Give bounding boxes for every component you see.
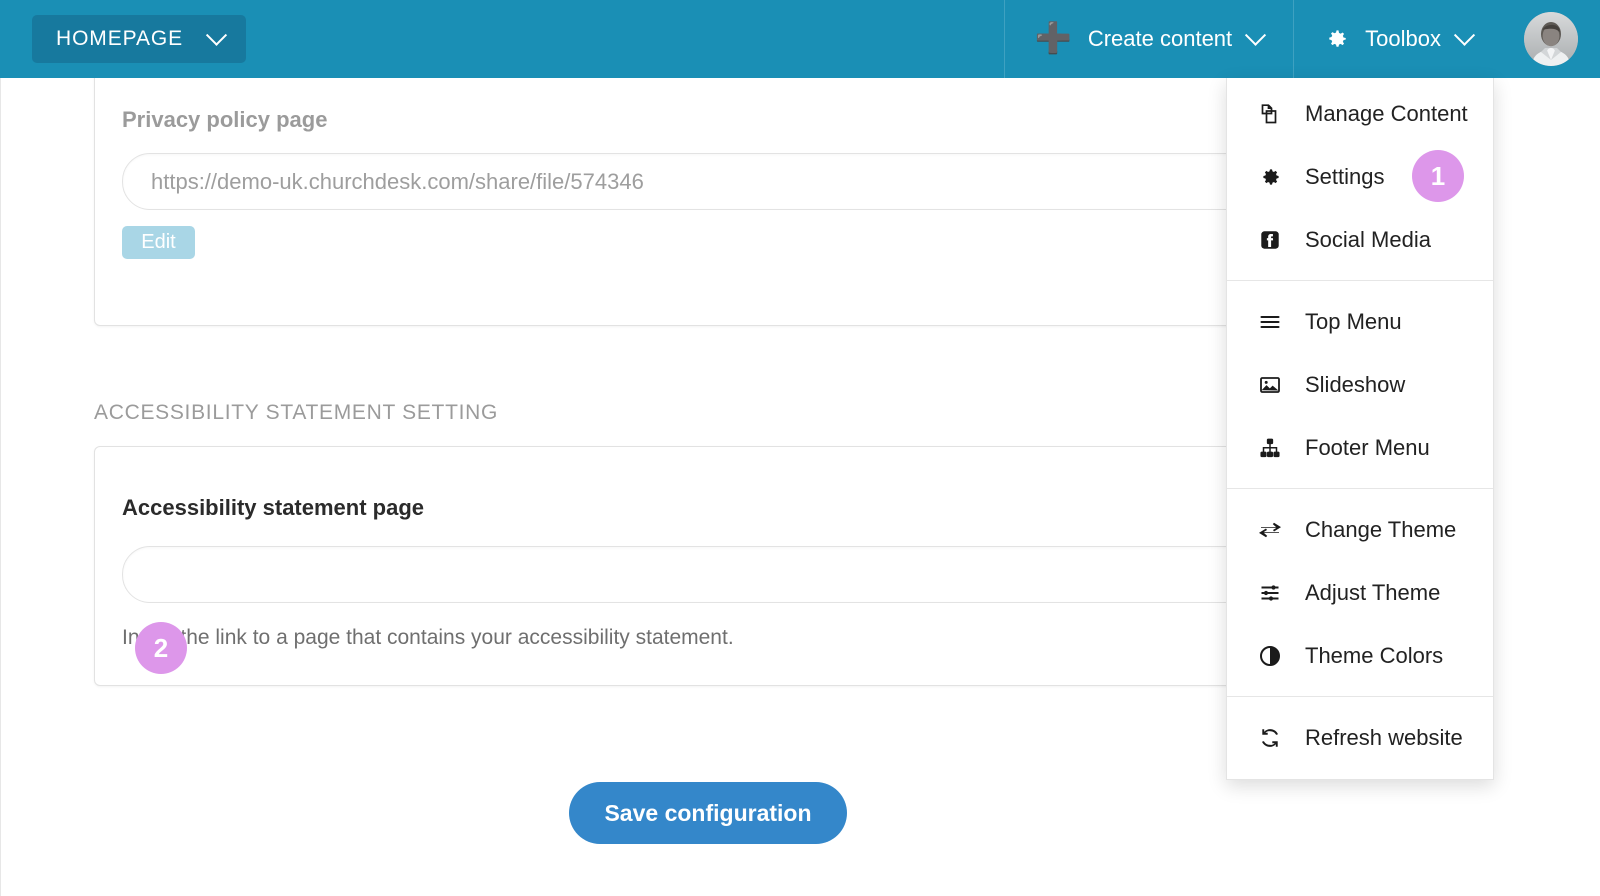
hamburger-icon <box>1257 309 1283 335</box>
create-content-menu-button[interactable]: ➕ Create content <box>1004 0 1293 78</box>
refresh-icon <box>1257 725 1283 751</box>
chevron-down-icon <box>206 24 227 45</box>
top-navigation-bar: HOMEPAGE ➕ Create content Toolbox <box>0 0 1600 78</box>
user-avatar-button[interactable] <box>1502 0 1600 78</box>
accessibility-section-heading: ACCESSIBILITY STATEMENT SETTING <box>94 401 498 425</box>
accessibility-helper-text: Insert the link to a page that contains … <box>122 626 734 650</box>
gear-icon <box>1257 164 1283 190</box>
app-root: HOMEPAGE ➕ Create content Toolbox <box>0 0 1600 896</box>
copy-pages-icon <box>1257 101 1283 127</box>
plus-icon: ➕ <box>1034 24 1071 54</box>
divider <box>1004 0 1005 78</box>
menu-item-slideshow[interactable]: Slideshow <box>1227 353 1493 416</box>
create-content-label: Create content <box>1088 26 1232 52</box>
site-selector-button[interactable]: HOMEPAGE <box>32 15 246 63</box>
chevron-down-icon <box>1245 24 1266 45</box>
step-badge-1: 1 <box>1412 150 1464 202</box>
menu-item-label: Footer Menu <box>1305 435 1430 461</box>
gear-icon <box>1323 26 1349 52</box>
menu-item-manage-content[interactable]: Manage Content <box>1227 82 1493 145</box>
menu-item-theme-colors[interactable]: Theme Colors <box>1227 624 1493 687</box>
toolbox-label: Toolbox <box>1365 26 1441 52</box>
menu-item-social-media[interactable]: Social Media <box>1227 208 1493 271</box>
facebook-icon <box>1257 227 1283 253</box>
menu-item-label: Change Theme <box>1305 517 1456 543</box>
privacy-policy-field-label: Privacy policy page <box>122 107 327 133</box>
menu-item-label: Slideshow <box>1305 372 1405 398</box>
accessibility-field-label: Accessibility statement page <box>122 495 424 521</box>
menu-divider <box>1227 280 1493 281</box>
menu-item-footer-menu[interactable]: Footer Menu <box>1227 416 1493 479</box>
menu-item-adjust-theme[interactable]: Adjust Theme <box>1227 561 1493 624</box>
privacy-policy-url-value: https://demo-uk.churchdesk.com/share/fil… <box>151 169 644 195</box>
left-edge-rule <box>0 78 1 896</box>
privacy-policy-edit-button[interactable]: Edit <box>122 226 195 259</box>
menu-divider <box>1227 696 1493 697</box>
menu-item-label: Refresh website <box>1305 725 1463 751</box>
menu-item-label: Adjust Theme <box>1305 580 1440 606</box>
menu-item-refresh-website[interactable]: Refresh website <box>1227 706 1493 769</box>
sliders-icon <box>1257 580 1283 606</box>
menu-item-change-theme[interactable]: Change Theme <box>1227 498 1493 561</box>
menu-item-label: Social Media <box>1305 227 1431 253</box>
contrast-circle-icon <box>1257 643 1283 669</box>
save-configuration-button[interactable]: Save configuration <box>569 782 847 844</box>
toolbox-menu-button[interactable]: Toolbox <box>1293 0 1502 78</box>
privacy-policy-url-input[interactable]: https://demo-uk.churchdesk.com/share/fil… <box>122 153 1408 210</box>
menu-item-label: Manage Content <box>1305 101 1468 127</box>
menu-item-label: Settings <box>1305 164 1385 190</box>
avatar <box>1524 12 1578 66</box>
exchange-arrows-icon <box>1257 517 1283 543</box>
menu-item-label: Top Menu <box>1305 309 1402 335</box>
menu-item-top-menu[interactable]: Top Menu <box>1227 290 1493 353</box>
step-badge-2: 2 <box>135 622 187 674</box>
menu-divider <box>1227 488 1493 489</box>
chevron-down-icon <box>1454 24 1475 45</box>
image-icon <box>1257 372 1283 398</box>
divider <box>1293 0 1294 78</box>
site-selector-label: HOMEPAGE <box>56 27 183 51</box>
accessibility-url-input[interactable] <box>122 546 1408 603</box>
menu-item-label: Theme Colors <box>1305 643 1443 669</box>
sitemap-icon <box>1257 435 1283 461</box>
